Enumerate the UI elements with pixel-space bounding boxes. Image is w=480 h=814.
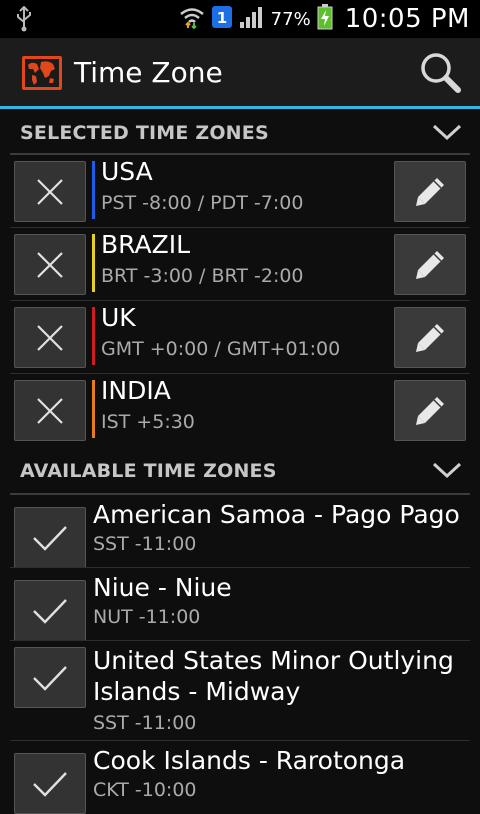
close-icon [37,251,63,278]
zone-color-bar [92,234,95,292]
app-title: Time Zone [74,56,223,89]
add-button[interactable] [14,753,86,814]
available-section-header[interactable]: AVAILABLE TIME ZONES [0,447,480,495]
check-icon [33,525,67,551]
zone-color-bar [92,380,95,438]
app-globe-icon[interactable] [22,56,62,90]
zone-name: American Samoa - Pago Pago [93,500,460,529]
svg-text:1: 1 [216,9,226,27]
zone-offset: CKT -10:00 [93,779,197,801]
status-indicators: 1 77% 10:05 PM [179,0,470,38]
pencil-icon [416,250,444,279]
battery-charging-icon [317,4,333,34]
check-icon [33,665,67,691]
close-icon [37,397,63,424]
zone-offset: GMT +0:00 / GMT+01:00 [101,338,341,360]
zone-name: United States Minor Outlying Islands - M… [93,646,454,706]
search-icon [421,53,461,93]
zone-offset: IST +5:30 [101,411,195,433]
status-bar: 1 77% 10:05 PM [0,0,480,38]
zone-name: USA [101,157,153,186]
main-content: SELECTED TIME ZONES USA PST -8:00 / PDT … [0,109,480,814]
selected-row-usa: USA PST -8:00 / PDT -7:00 [0,155,480,228]
pencil-icon [416,396,444,425]
zone-name: INDIA [101,376,171,405]
zone-offset: NUT -11:00 [93,606,201,628]
pencil-icon [416,323,444,352]
battery-percentage: 77% [270,8,311,30]
selected-row-uk: UK GMT +0:00 / GMT+01:00 [0,301,480,374]
zone-name: BRAZIL [101,230,191,259]
close-icon [37,324,63,351]
close-icon [37,178,63,205]
check-icon [33,771,67,797]
zone-name: Niue - Niue [93,573,232,602]
wifi-icon [179,5,205,33]
signal-icon [239,5,265,33]
notification-icon: 1 [211,5,233,33]
remove-button[interactable] [14,161,86,222]
usb-icon [14,5,34,36]
add-button[interactable] [14,507,86,568]
action-bar: Time Zone [0,38,480,108]
available-section-title: AVAILABLE TIME ZONES [20,460,277,482]
check-icon [33,598,67,624]
chevron-down-icon[interactable] [432,461,462,479]
edit-button[interactable] [394,161,466,222]
edit-button[interactable] [394,234,466,295]
available-row[interactable]: Niue - Niue NUT -11:00 [0,568,480,641]
search-button[interactable] [416,50,466,96]
available-row[interactable]: American Samoa - Pago Pago SST -11:00 [0,495,480,568]
zone-offset: SST -11:00 [93,712,197,734]
zone-offset: BRT -3:00 / BRT -2:00 [101,265,304,287]
edit-button[interactable] [394,380,466,441]
remove-button[interactable] [14,380,86,441]
zone-offset: PST -8:00 / PDT -7:00 [101,192,304,214]
available-row[interactable]: United States Minor Outlying Islands - M… [0,641,480,741]
add-button[interactable] [14,647,86,708]
edit-button[interactable] [394,307,466,368]
chevron-down-icon[interactable] [432,123,462,141]
selected-section-title: SELECTED TIME ZONES [20,122,269,144]
status-time: 10:05 PM [344,4,470,34]
zone-name: Cook Islands - Rarotonga [93,746,406,775]
selected-section-header[interactable]: SELECTED TIME ZONES [0,109,480,155]
pencil-icon [416,177,444,206]
zone-name: UK [101,303,136,332]
selected-row-india: INDIA IST +5:30 [0,374,480,447]
remove-button[interactable] [14,307,86,368]
remove-button[interactable] [14,234,86,295]
zone-color-bar [92,161,95,219]
selected-row-brazil: BRAZIL BRT -3:00 / BRT -2:00 [0,228,480,301]
zone-color-bar [92,307,95,365]
available-row[interactable]: Cook Islands - Rarotonga CKT -10:00 [0,741,480,814]
zone-offset: SST -11:00 [93,533,197,555]
add-button[interactable] [14,580,86,641]
